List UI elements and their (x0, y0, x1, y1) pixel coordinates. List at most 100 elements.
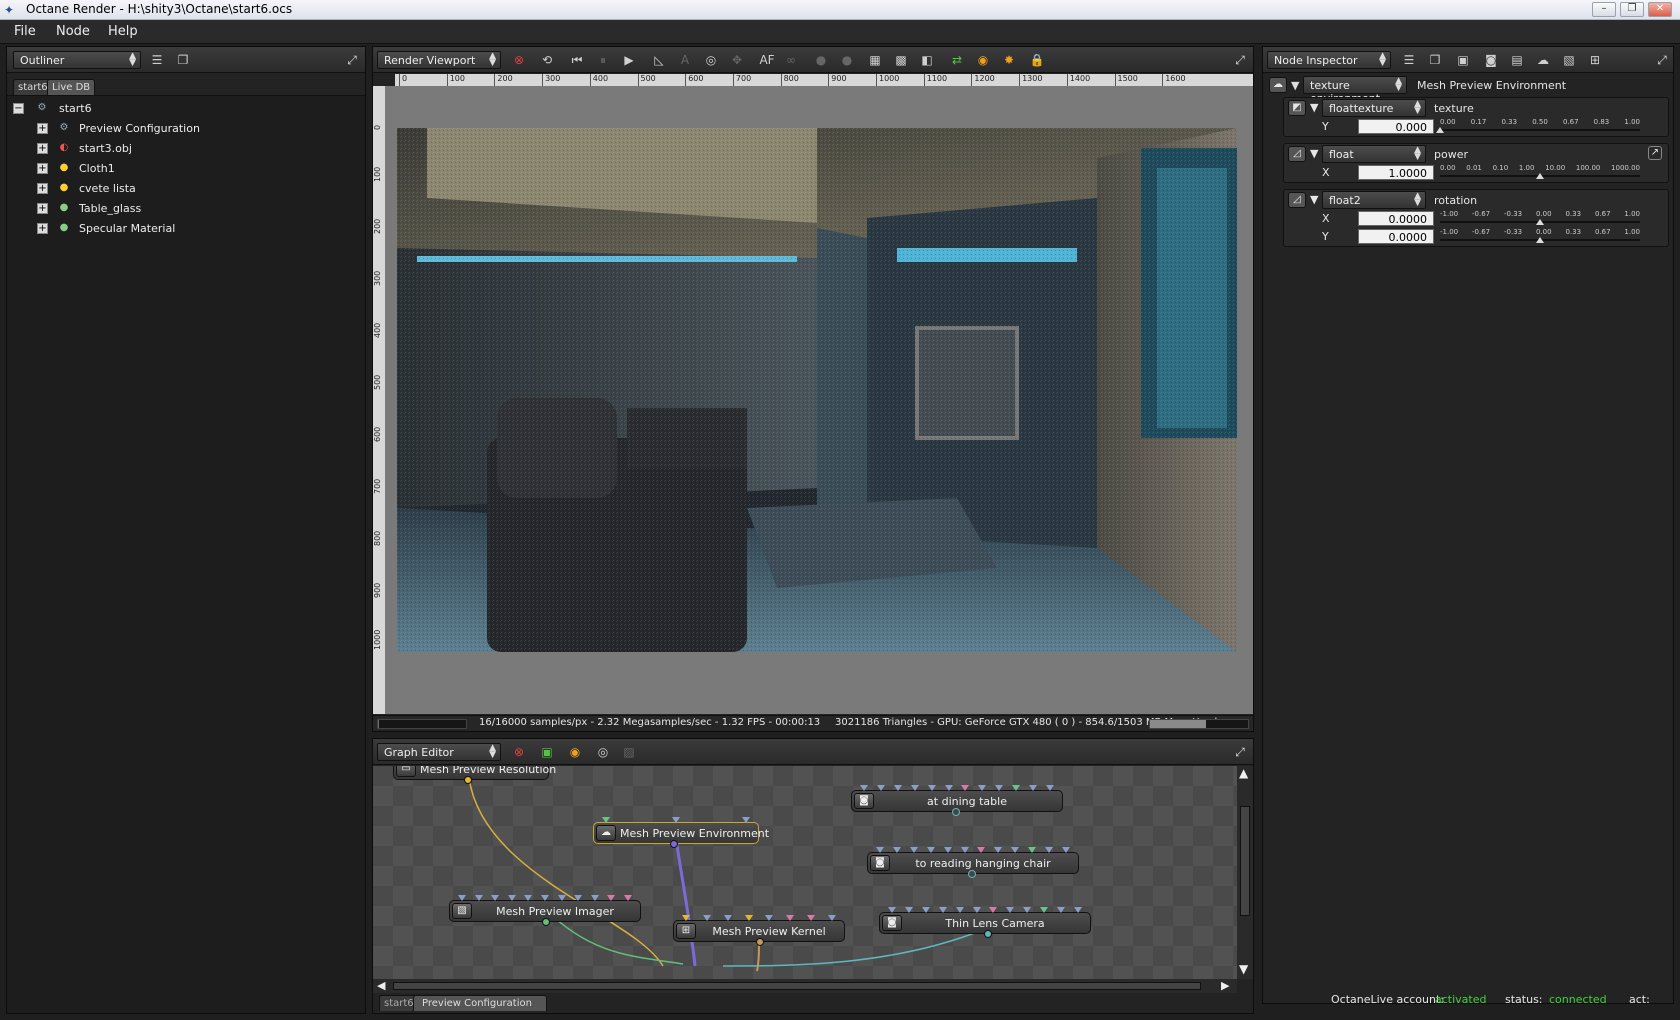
add-node-icon[interactable]: ▣ (539, 744, 555, 760)
imager-icon[interactable]: ▧ (1561, 52, 1577, 68)
slider-knob[interactable] (1436, 127, 1444, 133)
tree-item-preview-configuration[interactable]: + ⚙ Preview Configuration (37, 120, 337, 138)
restart-icon[interactable]: ⟲ (539, 52, 555, 68)
export-icon[interactable]: ⇄ (949, 52, 965, 68)
sphere-node-icon[interactable]: ◎ (595, 744, 611, 760)
graph-canvas[interactable]: ▭ Mesh Preview Resolution ☁ Mesh Preview… (373, 766, 1237, 979)
autofocus-icon[interactable]: AF (757, 52, 777, 68)
param-type-combo[interactable]: float ▲ ▼ (1322, 145, 1426, 163)
expand-icon[interactable]: + (37, 183, 48, 194)
hscroll-thumb[interactable] (393, 982, 1201, 990)
expand-icon[interactable]: + (37, 123, 48, 134)
expand-icon[interactable]: + (37, 143, 48, 154)
minimize-button[interactable]: – (1592, 2, 1616, 17)
rewind-icon[interactable]: ⏮ (569, 52, 585, 68)
expand-icon[interactable]: + (37, 163, 48, 174)
close-button[interactable]: ✕ (1648, 2, 1672, 17)
scroll-thumb[interactable] (1240, 806, 1250, 916)
slider-knob[interactable] (1536, 173, 1544, 179)
node-mesh-preview-imager[interactable]: ▧ Mesh Preview Imager (449, 895, 641, 926)
link-icon[interactable]: ∞ (783, 52, 799, 68)
slider-knob[interactable] (1536, 219, 1544, 225)
menu-help[interactable]: Help (108, 24, 138, 39)
tree-root[interactable]: − ⚙ start6 (13, 100, 313, 118)
light-icon[interactable]: ✸ (1001, 52, 1017, 68)
material-pick-icon[interactable]: ◉ (975, 52, 991, 68)
tree-item-specular-material[interactable]: + ● Specular Material (37, 220, 337, 238)
node-to-reading-hanging-chair[interactable]: ◙ to reading hanging chair (867, 847, 1079, 878)
param-type-combo[interactable]: float2 ▲ ▼ (1322, 191, 1426, 209)
stop-render-icon[interactable]: ⊗ (511, 52, 527, 68)
node-mesh-preview-resolution[interactable]: ▭ Mesh Preview Resolution (393, 766, 556, 784)
delete-node-icon[interactable]: ⊗ (511, 744, 527, 760)
viewport-combo[interactable]: Render Viewport ▲ ▼ (377, 51, 501, 69)
value-slider[interactable]: 0.00 0.17 0.33 0.50 0.67 0.83 1.00 (1436, 118, 1640, 133)
node-at-dining-table[interactable]: ◙ at dining table (851, 785, 1063, 816)
menu-node[interactable]: Node (56, 24, 90, 39)
tree-item-table-glass[interactable]: + ● Table_glass (37, 200, 337, 218)
value-slider[interactable]: 0.00 0.01 0.10 1.00 10.00 100.00 1000.00 (1440, 164, 1640, 179)
param-type-combo[interactable]: floattexture ▲ ▼ (1322, 99, 1426, 117)
expand-icon[interactable]: ❐ (1427, 52, 1443, 68)
tab-graph-preview-configuration[interactable]: Preview Configuration (413, 995, 547, 1011)
material-node-icon[interactable]: ◉ (567, 744, 583, 760)
restore-button[interactable]: ❐ (1620, 2, 1644, 17)
image-icon[interactable]: ▣ (1455, 52, 1471, 68)
tree-item-start3-obj[interactable]: + ◐ start3.obj (37, 140, 337, 158)
lock-icon[interactable]: 🔒 (1029, 52, 1045, 68)
value-slider[interactable]: -1.00 -0.67 -0.33 0.00 0.33 0.67 1.00 (1440, 228, 1640, 243)
autofocus-dim-icon[interactable]: A (677, 52, 693, 68)
camera-icon[interactable]: ◙ (1483, 52, 1499, 68)
node-type-combo[interactable]: texture environment▲▼ (1303, 76, 1407, 105)
checker-icon[interactable]: ▩ (893, 52, 909, 68)
sphere2-dim-icon[interactable]: ● (839, 52, 855, 68)
value-field[interactable]: 0.000 (1358, 119, 1434, 134)
output-pin[interactable] (968, 870, 976, 878)
group-node-icon[interactable]: ▨ (621, 744, 637, 760)
scroll-up-icon[interactable]: ▲ (1239, 766, 1248, 780)
node-mesh-preview-environment[interactable]: ☁ Mesh Preview Environment (593, 817, 769, 848)
kernel-icon[interactable]: ⊞ (1587, 52, 1603, 68)
pause-icon[interactable]: ⏸ (595, 52, 611, 68)
value-field[interactable]: 0.0000 (1358, 211, 1434, 226)
expand-all-icon[interactable]: ❐ (175, 52, 191, 68)
play-icon[interactable]: ▶ (621, 52, 637, 68)
maximize-icon[interactable]: ⤢ (345, 53, 359, 67)
outliner-combo[interactable]: Outliner ▲ ▼ (13, 51, 141, 69)
collapse-all-icon[interactable]: ☰ (149, 52, 165, 68)
expand-icon[interactable]: + (37, 223, 48, 234)
collapse-triangle-icon[interactable]: ▼ (1310, 101, 1318, 114)
scroll-right-icon[interactable]: ▶ (1221, 979, 1229, 992)
scroll-left-icon[interactable]: ◀ (377, 979, 385, 992)
node-thin-lens-camera[interactable]: ◙ Thin Lens Camera (879, 907, 1091, 938)
region-icon[interactable]: ▦ (867, 52, 883, 68)
output-pin[interactable] (542, 918, 550, 926)
output-pin[interactable] (464, 776, 472, 784)
pick-icon[interactable]: ✥ (729, 52, 745, 68)
graph-combo[interactable]: Graph Editor ▲ ▼ (377, 743, 501, 761)
render-canvas[interactable] (385, 86, 1253, 714)
scroll-down-icon[interactable]: ▼ (1239, 962, 1248, 976)
value-field[interactable]: 0.0000 (1358, 229, 1434, 244)
collapse-icon[interactable]: − (13, 103, 24, 114)
slider-knob[interactable] (1536, 237, 1544, 243)
alpha-icon[interactable]: ◧ (919, 52, 935, 68)
output-pin[interactable] (952, 808, 960, 816)
collapse-icon[interactable]: ☰ (1401, 52, 1417, 68)
settings-icon[interactable]: ▤ (1509, 52, 1525, 68)
tree-item-cvete-lista[interactable]: + ● cvete lista (37, 180, 337, 198)
camera-reset-icon[interactable]: ◎ (703, 52, 719, 68)
output-pin[interactable] (756, 938, 764, 946)
node-mesh-preview-kernel[interactable]: ⊞ Mesh Preview Kernel (673, 915, 845, 946)
collapse-triangle-icon[interactable]: ▼ (1291, 79, 1299, 92)
sphere-dim-icon[interactable]: ● (813, 52, 829, 68)
output-pin[interactable] (670, 840, 678, 848)
menu-file[interactable]: File (14, 24, 36, 39)
expand-icon[interactable]: + (37, 203, 48, 214)
collapse-triangle-icon[interactable]: ▼ (1310, 193, 1318, 206)
graph-hscrollbar[interactable]: ◀ ▶ (373, 979, 1237, 993)
maximize-icon[interactable]: ⤢ (1233, 53, 1247, 67)
inspector-combo[interactable]: Node Inspector ▲ ▼ (1267, 51, 1391, 69)
environment-icon[interactable]: ☁ (1535, 52, 1551, 68)
collapse-triangle-icon[interactable]: ▼ (1310, 147, 1318, 160)
